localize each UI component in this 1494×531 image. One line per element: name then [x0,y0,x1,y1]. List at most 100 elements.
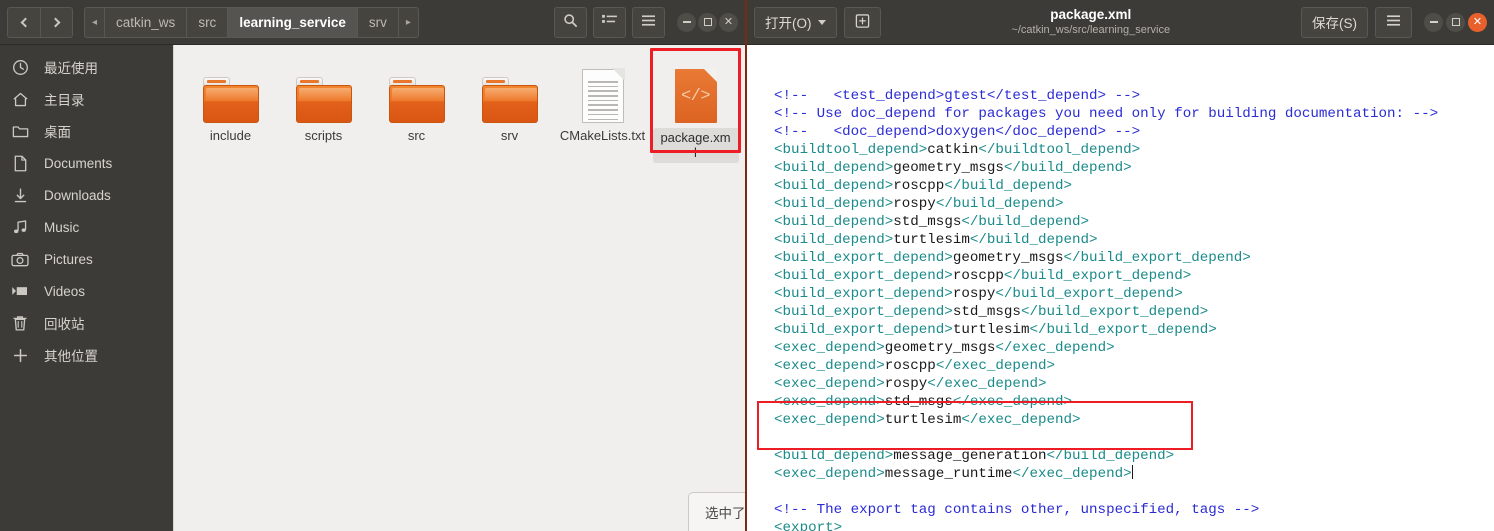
code-token: <build_export_depend> [757,286,953,302]
code-token: </build_export_depend> [1063,250,1251,266]
icon-grid: include scripts src srv CMakeLists.txt <… [174,48,745,163]
file-label: CMakeLists.txt [559,128,646,143]
file-item-srv[interactable]: srv [463,59,556,163]
sidebar-item-trash[interactable]: 回收站 [0,307,173,339]
code-token: </build_depend> [944,178,1073,194]
code-token: turtlesim [952,322,1030,338]
breadcrumb-scroll-left[interactable]: ◂ [84,6,105,38]
sidebar-item-label: 回收站 [44,317,85,332]
save-button[interactable]: 保存(S) [1301,6,1368,38]
folder-icon [10,122,30,140]
breadcrumb-item-src[interactable]: src [186,6,228,38]
code-token: </exec_depend> [961,412,1081,428]
code-line: <exec_depend>message_runtime</exec_depen… [757,465,1494,483]
code-token: <buildtool_depend> [757,142,928,158]
sidebar-item-home[interactable]: 主目录 [0,83,173,115]
minimize-button[interactable] [1424,12,1443,32]
gedit-menu-button[interactable] [1375,6,1412,38]
code-token: <build_depend> [757,178,894,194]
download-icon [10,186,30,204]
code-token: <!-- <test_depend>gtest</test_depend> --… [757,88,1141,104]
folder-icon [481,61,538,123]
code-token: <build_depend> [757,448,894,464]
code-line: <build_depend>turtlesim</build_depend> [757,231,1494,249]
code-token: <build_depend> [757,160,894,176]
text-editor-area[interactable]: <!-- <test_depend>gtest</test_depend> --… [747,45,1494,531]
code-line: <exec_depend>turtlesim</exec_depend> [757,411,1494,429]
xml-code-glyph: </> [680,86,711,106]
maximize-button[interactable] [1446,12,1465,32]
sidebar-item-recent[interactable]: 最近使用 [0,51,173,83]
sidebar-item-documents[interactable]: Documents [0,147,173,179]
xml-file-icon: </> [674,61,717,123]
file-item-package-xml[interactable]: </> package.xml [649,48,742,163]
code-line: <exec_depend>rospy</exec_depend> [757,375,1494,393]
status-bar: 选中了“package.xml” (3.3 KB) [688,492,745,531]
navigation-buttons [7,6,73,38]
music-note-icon [10,218,30,236]
close-button[interactable]: ✕ [719,12,738,32]
code-token: </build_depend> [969,232,1098,248]
breadcrumb-item-srv[interactable]: srv [356,6,398,38]
sidebar-item-music[interactable]: Music [0,211,173,243]
code-token: </exec_depend> [1012,466,1132,482]
code-token: </build_depend> [1003,160,1132,176]
plus-icon [10,346,30,364]
code-token: std_msgs [952,304,1021,320]
forward-button[interactable] [40,6,73,38]
gedit-title-block: package.xml ~/catkin_ws/src/learning_ser… [888,7,1295,37]
close-button[interactable]: ✕ [1468,12,1487,32]
code-token: <exec_depend> [757,412,885,428]
code-line: <build_depend>geometry_msgs</build_depen… [757,159,1494,177]
code-token: <build_depend> [757,196,894,212]
document-icon [10,154,30,172]
search-button[interactable] [554,6,587,38]
file-item-src[interactable]: src [370,59,463,163]
file-manager-actions: ✕ [554,6,738,38]
breadcrumb-item-learning-service[interactable]: learning_service [227,6,357,38]
code-token: <exec_depend> [757,340,885,356]
close-icon: ✕ [723,15,734,28]
file-label: include [209,128,252,143]
view-options-button[interactable] [593,6,626,38]
file-item-scripts[interactable]: scripts [277,59,370,163]
video-icon [10,282,30,300]
file-label: package.xml [652,128,739,163]
file-list-area[interactable]: include scripts src srv CMakeLists.txt <… [174,45,745,531]
minimize-button[interactable] [677,12,696,32]
sidebar-item-desktop[interactable]: 桌面 [0,115,173,147]
maximize-icon [1451,18,1460,26]
code-token: turtlesim [884,412,962,428]
status-text: 选中了“package.xml” [705,506,745,521]
chevron-down-icon [817,19,826,25]
sidebar-item-label: Downloads [44,187,111,203]
sidebar-item-label: Documents [44,155,113,171]
maximize-button[interactable] [698,12,717,32]
folder-icon [388,61,445,123]
breadcrumb-item-catkin-ws[interactable]: catkin_ws [104,6,187,38]
open-button[interactable]: 打开(O) [754,6,837,38]
code-line: <export> [757,519,1494,531]
search-icon [563,13,578,31]
sidebar-item-downloads[interactable]: Downloads [0,179,173,211]
hamburger-menu-icon [1386,14,1401,30]
back-button[interactable] [7,6,40,38]
file-manager-window: ◂ catkin_ws src learning_service srv ▸ ✕… [0,0,745,531]
close-icon: ✕ [1472,15,1483,28]
gedit-window-controls: ✕ [1424,12,1487,32]
sidebar-item-other-locations[interactable]: 其他位置 [0,339,173,371]
gedit-headerbar: 打开(O) package.xml ~/catkin_ws/src/learni… [747,0,1494,45]
file-item-include[interactable]: include [184,59,277,163]
file-item-cmakelists[interactable]: CMakeLists.txt [556,59,649,163]
code-line: <exec_depend>roscpp</exec_depend> [757,357,1494,375]
trash-icon [10,314,30,332]
menu-button[interactable] [632,6,665,38]
sidebar-item-videos[interactable]: Videos [0,275,173,307]
sidebar-item-pictures[interactable]: Pictures [0,243,173,275]
breadcrumb-scroll-right[interactable]: ▸ [397,6,419,38]
code-token: catkin [927,142,979,158]
home-icon [10,90,30,108]
chevron-left-icon [20,17,31,27]
save-as-button[interactable] [843,6,881,38]
